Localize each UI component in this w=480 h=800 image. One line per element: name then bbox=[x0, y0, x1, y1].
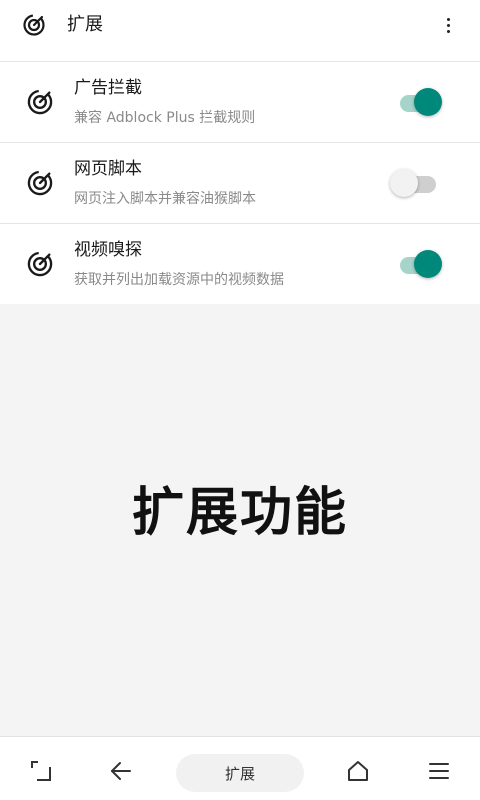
target-icon bbox=[26, 169, 54, 197]
extension-name: 视频嗅探 bbox=[74, 240, 142, 260]
extension-description: 兼容 Adblock Plus 拦截规则 bbox=[74, 110, 256, 126]
screen: 扩展 广告拦截 兼容 Adblock Plus 拦截规则 网页脚本 网页注入脚本… bbox=[0, 0, 480, 800]
list-item-user-script[interactable]: 网页脚本 网页注入脚本并兼容油猴脚本 bbox=[0, 143, 480, 224]
extension-description: 网页注入脚本并兼容油猴脚本 bbox=[74, 191, 256, 207]
toggle-thumb bbox=[390, 169, 418, 197]
toggle-thumb bbox=[414, 88, 442, 116]
home-icon[interactable] bbox=[344, 757, 372, 785]
menu-icon[interactable] bbox=[425, 757, 453, 785]
feature-title: 扩展功能 bbox=[131, 482, 348, 543]
app-header: 扩展 bbox=[0, 0, 480, 62]
page-title: 扩展 bbox=[67, 14, 103, 35]
extension-description: 获取并列出加载资源中的视频数据 bbox=[74, 272, 284, 288]
tabs-icon[interactable] bbox=[27, 757, 55, 785]
extension-name: 广告拦截 bbox=[74, 78, 142, 98]
list-item-adblock[interactable]: 广告拦截 兼容 Adblock Plus 拦截规则 bbox=[0, 62, 480, 143]
target-icon bbox=[26, 88, 54, 116]
more-vertical-icon[interactable] bbox=[438, 13, 458, 37]
target-logo-icon bbox=[22, 13, 46, 37]
feature-banner: 扩展功能 bbox=[0, 304, 480, 736]
adblock-toggle[interactable] bbox=[398, 88, 444, 116]
target-icon bbox=[26, 250, 54, 278]
back-arrow-icon[interactable] bbox=[107, 757, 135, 785]
user-script-toggle[interactable] bbox=[390, 169, 444, 197]
extension-list: 广告拦截 兼容 Adblock Plus 拦截规则 网页脚本 网页注入脚本并兼容… bbox=[0, 62, 480, 305]
extensions-pill-button[interactable]: 扩展 bbox=[176, 754, 304, 792]
video-sniffer-toggle[interactable] bbox=[398, 250, 444, 278]
extension-name: 网页脚本 bbox=[74, 159, 142, 179]
toggle-thumb bbox=[414, 250, 442, 278]
bottom-nav-bar: 扩展 bbox=[0, 736, 480, 800]
list-item-video-sniffer[interactable]: 视频嗅探 获取并列出加载资源中的视频数据 bbox=[0, 224, 480, 305]
